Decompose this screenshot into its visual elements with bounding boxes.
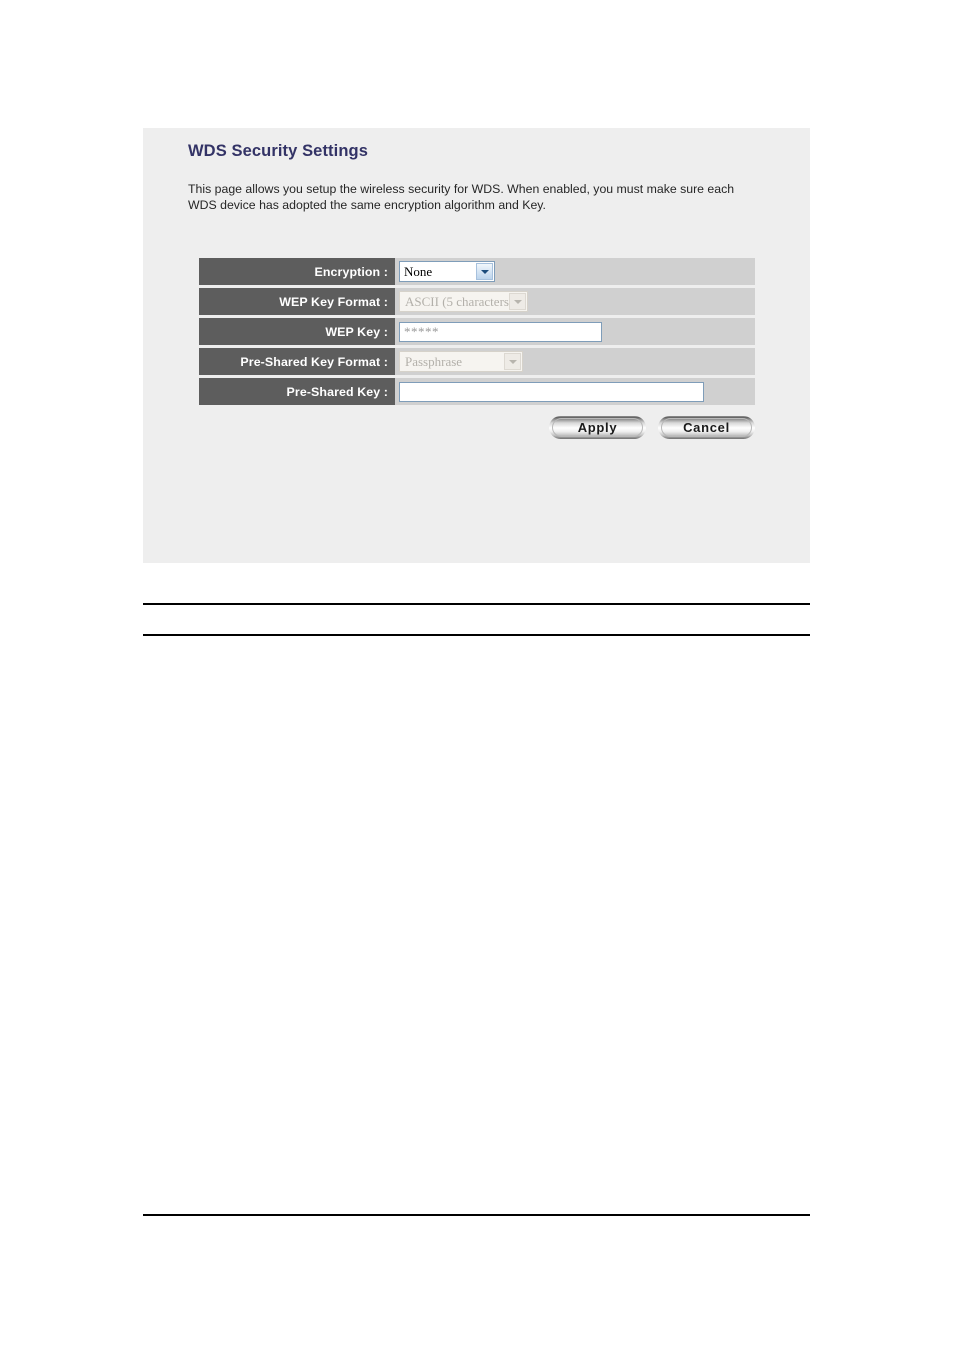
encryption-label: Encryption : — [199, 258, 395, 285]
wep-key-format-select-value: ASCII (5 characters) — [405, 293, 514, 309]
document-page: WDS Security Settings This page allows y… — [0, 0, 954, 1351]
wep-key-label: WEP Key : — [199, 318, 395, 345]
wep-key-format-cell: ASCII (5 characters) — [395, 288, 755, 315]
table-row: Encryption : None — [199, 258, 755, 285]
pre-shared-key-format-cell: Passphrase — [395, 348, 755, 375]
chevron-down-icon[interactable] — [476, 263, 493, 280]
table-row: WEP Key Format : ASCII (5 characters) — [199, 288, 755, 315]
pre-shared-key-input[interactable] — [399, 381, 704, 402]
pre-shared-key-format-select-value: Passphrase — [405, 353, 463, 369]
pre-shared-key-cell — [395, 378, 755, 405]
table-row: WEP Key : ***** — [199, 318, 755, 345]
page-title: WDS Security Settings — [188, 142, 368, 160]
divider-top — [143, 603, 810, 605]
cancel-button-label: Cancel — [683, 420, 730, 435]
settings-table: Encryption : None WEP Key Format : ASCII… — [199, 258, 755, 408]
encryption-select[interactable]: None — [399, 261, 495, 282]
pre-shared-key-format-label: Pre-Shared Key Format : — [199, 348, 395, 375]
wep-key-format-label: WEP Key Format : — [199, 288, 395, 315]
wds-security-settings-panel: WDS Security Settings This page allows y… — [143, 128, 810, 563]
pre-shared-key-label: Pre-Shared Key : — [199, 378, 395, 405]
table-row: Pre-Shared Key Format : Passphrase — [199, 348, 755, 375]
encryption-cell: None — [395, 258, 755, 285]
cancel-button[interactable]: Cancel — [658, 416, 755, 439]
page-description: This page allows you setup the wireless … — [188, 182, 735, 212]
wep-key-input[interactable]: ***** — [399, 321, 602, 342]
wep-key-input-value: ***** — [404, 323, 439, 339]
form-actions: Apply Cancel — [199, 416, 755, 439]
pre-shared-key-format-select: Passphrase — [399, 351, 523, 372]
divider-bottom — [143, 1214, 810, 1216]
encryption-select-value: None — [404, 263, 433, 279]
apply-button[interactable]: Apply — [549, 416, 646, 439]
chevron-down-icon — [504, 353, 521, 370]
table-row: Pre-Shared Key : — [199, 378, 755, 405]
chevron-down-icon — [509, 293, 526, 310]
divider-middle — [143, 634, 810, 636]
apply-button-label: Apply — [577, 420, 618, 435]
wep-key-cell: ***** — [395, 318, 755, 345]
wep-key-format-select: ASCII (5 characters) — [399, 291, 528, 312]
